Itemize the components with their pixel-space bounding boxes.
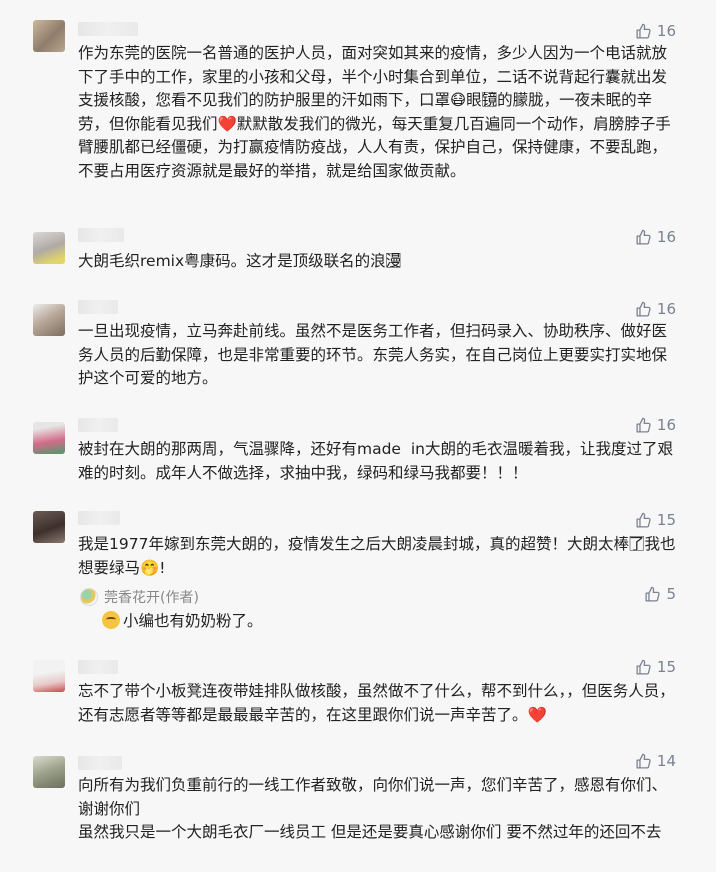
like-button[interactable]: 14 bbox=[635, 752, 676, 770]
like-button[interactable]: 15 bbox=[635, 658, 676, 676]
thumbs-up-icon bbox=[636, 753, 651, 769]
like-button[interactable]: 15 bbox=[635, 511, 676, 529]
like-button[interactable]: 16 bbox=[635, 300, 676, 318]
comment-text: 大朗毛织remix粤康码。这才是顶级联名的浪漫⃞ bbox=[78, 252, 402, 270]
like-button[interactable]: 16 bbox=[635, 228, 676, 246]
comment-text: 忘不了带个小板凳连夜带娃排队做核酸，虽然做不了什么，帮不到什么，，但医务人员，还… bbox=[78, 682, 675, 724]
like-button[interactable]: 16 bbox=[635, 416, 676, 434]
avatar[interactable] bbox=[33, 511, 65, 543]
avatar[interactable] bbox=[33, 756, 65, 788]
thumbs-up-icon bbox=[636, 23, 651, 39]
embarrassed-emoji-icon bbox=[102, 611, 120, 629]
reply-text-row: 小编也有奶奶粉了。 bbox=[102, 609, 263, 631]
avatar[interactable] bbox=[33, 232, 65, 264]
comment-text: 一旦出现疫情，立马奔赴前线。虽然不是医务工作者，但扫码录入、协助秩序、做好医务人… bbox=[78, 322, 668, 387]
thumbs-up-icon bbox=[636, 229, 651, 245]
thumbs-up-icon bbox=[636, 512, 651, 528]
username-redacted bbox=[78, 22, 138, 36]
comment-text: 向所有为我们负重前行的一线工作者致敬，向你们说一声，您们辛苦了，感恩有你们、谢谢… bbox=[78, 776, 668, 841]
like-count: 16 bbox=[656, 300, 676, 318]
thumbs-up-icon bbox=[636, 417, 651, 433]
like-count: 16 bbox=[656, 228, 676, 246]
like-count: 16 bbox=[656, 416, 676, 434]
like-count: 14 bbox=[656, 752, 676, 770]
author-avatar[interactable] bbox=[80, 588, 98, 606]
thumbs-up-icon bbox=[645, 586, 661, 602]
username-redacted bbox=[78, 660, 118, 674]
avatar[interactable] bbox=[33, 304, 65, 336]
avatar[interactable] bbox=[33, 422, 65, 454]
reply-text: 小编也有奶奶粉了。 bbox=[123, 612, 263, 630]
reply-author: 莞香花开(作者) bbox=[104, 590, 199, 606]
username-redacted bbox=[78, 228, 124, 242]
avatar[interactable] bbox=[33, 660, 65, 692]
like-count: 16 bbox=[656, 22, 676, 40]
comment-list: 16 作为东莞的医院一名普通的医护人员，面对突如其来的疫情，多少人因为一个电话就… bbox=[0, 0, 716, 872]
comment-text: 作为东莞的医院一名普通的医护人员，面对突如其来的疫情，多少人因为一个电话就放下了… bbox=[78, 44, 671, 180]
comment-text: 我是1977年嫁到东莞大朗的，疫情发生之后大朗凌晨封城，真的超赞！大朗太棒了⃞我… bbox=[78, 535, 676, 577]
author-reply-header: 莞香花开(作者) bbox=[80, 587, 199, 607]
username-redacted bbox=[78, 756, 122, 770]
comment-text: 被封在大朗的那两周，气温骤降，还好有made in大朗的毛衣温暖着我，让我度过了… bbox=[78, 440, 673, 482]
thumbs-up-icon bbox=[636, 301, 651, 317]
avatar[interactable] bbox=[33, 20, 65, 52]
username-redacted bbox=[78, 418, 118, 432]
like-count: 5 bbox=[666, 585, 676, 603]
like-button[interactable]: 16 bbox=[635, 22, 676, 40]
username-redacted bbox=[78, 511, 120, 525]
username-redacted bbox=[78, 300, 118, 314]
reply-like-button[interactable]: 5 bbox=[644, 585, 676, 603]
thumbs-up-icon bbox=[636, 659, 651, 675]
like-count: 15 bbox=[656, 511, 676, 529]
like-count: 15 bbox=[656, 658, 676, 676]
